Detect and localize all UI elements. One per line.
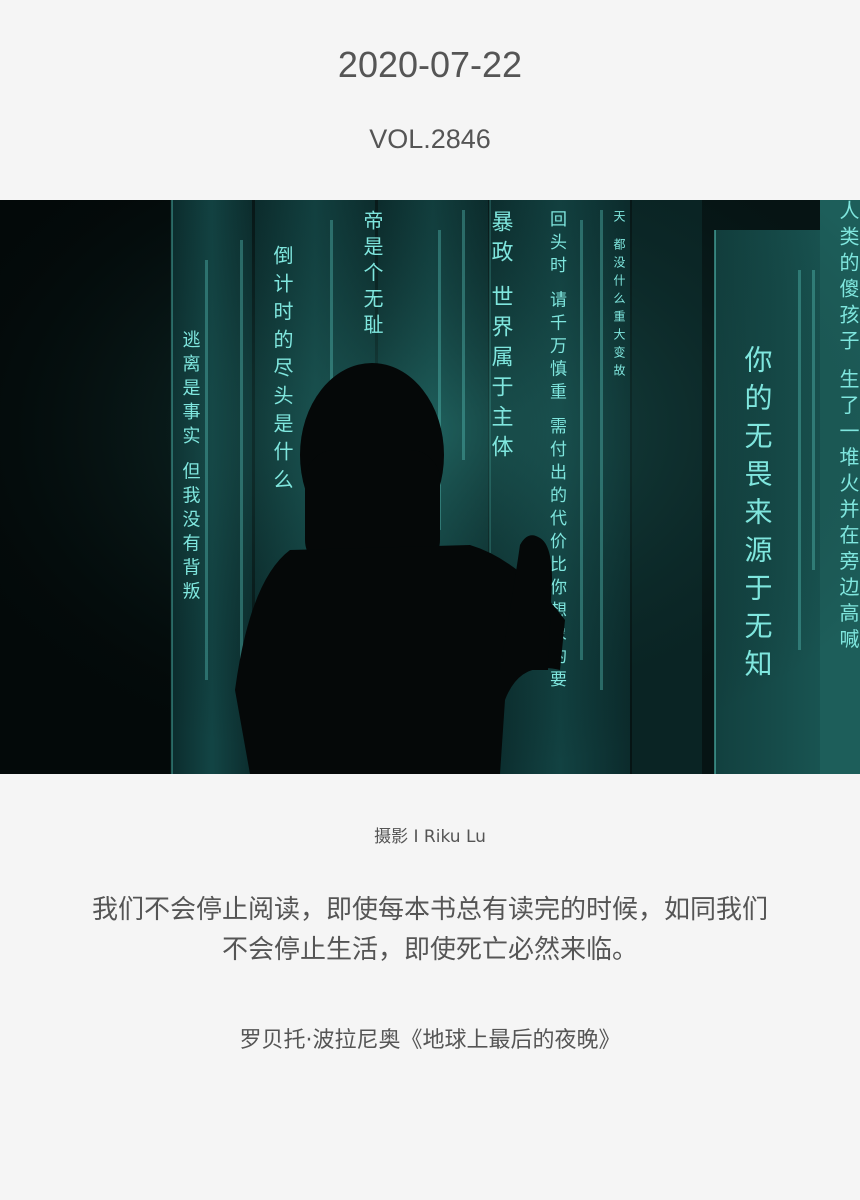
- quote-source: 罗贝托·波拉尼奥《地球上最后的夜晚》: [239, 1028, 621, 1053]
- svg-text:倒计时的尽头是什么: 倒计时的尽头是什么: [270, 245, 294, 497]
- panel-text-left: 逃离是事实 但我没有背叛: [180, 330, 201, 606]
- volume-label: VOL.2846: [369, 124, 491, 154]
- panel-text-center-b: 暴政 世界属于主体: [488, 210, 514, 465]
- svg-text:暴政 世界属于主体: 暴政 世界属于主体: [488, 210, 514, 465]
- quote-line-2: 不会停止生活，即使死亡必然来临。: [221, 935, 638, 965]
- svg-text:帝是个无耻: 帝是个无耻: [360, 210, 384, 340]
- svg-text:天 都没什么重大变故: 天 都没什么重大变故: [612, 210, 626, 382]
- svg-text:你的无畏来源于无知: 你的无畏来源于无知: [741, 345, 774, 687]
- panel-text-right-edge: 人类的傻孩子 生了一堆火并在旁边高喊: [836, 200, 860, 654]
- svg-text:逃离是事实 但我没有背叛: 逃离是事实 但我没有背叛: [180, 330, 201, 606]
- panel-text-center-a: 帝是个无耻: [360, 210, 384, 340]
- photo-illustration: 逃离是事实 但我没有背叛 倒计时的尽头是什么 帝是个无耻 暴政 世界属于主体 回…: [0, 200, 860, 774]
- panel-text-right-big: 你的无畏来源于无知: [741, 345, 774, 687]
- quote-line-1: 我们不会停止阅读，即使每本书总有读完的时候，如同我们: [91, 895, 768, 925]
- photo-credit: 摄影 I Riku Lu: [374, 827, 486, 847]
- panel-text-left-mid: 倒计时的尽头是什么: [270, 245, 294, 497]
- quote-text: 我们不会停止阅读，即使每本书总有读完的时候，如同我们 不会停止生活，即使死亡必然…: [30, 890, 830, 970]
- svg-text:人类的傻孩子 生了一堆火并在旁边高喊: 人类的傻孩子 生了一堆火并在旁边高喊: [836, 200, 860, 654]
- panel-text-center-d: 天 都没什么重大变故: [612, 210, 626, 382]
- featured-photo: 逃离是事实 但我没有背叛 倒计时的尽头是什么 帝是个无耻 暴政 世界属于主体 回…: [0, 200, 860, 774]
- date-heading: 2020-07-22: [337, 44, 523, 85]
